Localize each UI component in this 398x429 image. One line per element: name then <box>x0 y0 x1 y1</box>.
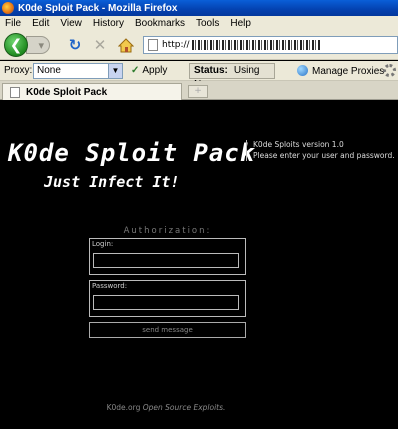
status-label: Status: <box>194 65 228 76</box>
tab-title: K0de Sploit Pack <box>26 86 108 98</box>
window-titlebar: K0de Sploit Pack - Mozilla Firefox <box>0 0 398 16</box>
back-button[interactable]: ❮ <box>4 33 28 57</box>
send-message-button[interactable]: send message <box>89 322 246 338</box>
apply-label: Apply <box>142 65 168 76</box>
page-icon <box>148 39 158 51</box>
instruction-text: Please enter your user and password. <box>253 151 395 160</box>
password-input[interactable] <box>93 295 239 310</box>
login-group: Login: <box>89 238 246 275</box>
globe-icon <box>297 65 308 76</box>
password-label: Password: <box>92 282 128 290</box>
login-input[interactable] <box>93 253 239 268</box>
divider <box>246 140 247 161</box>
manage-proxies-label: Manage Proxies <box>312 66 385 77</box>
login-label: Login: <box>92 240 114 248</box>
navigation-toolbar: ▾ ❮ ↻ ✕ http:// <box>0 30 398 60</box>
footer-tagline: Open Source Exploits. <box>142 403 226 412</box>
apply-button[interactable]: ✓ Apply <box>131 65 167 76</box>
footer: K0de.org Open Source Exploits. <box>0 403 332 412</box>
password-group: Password: <box>89 280 246 317</box>
menu-edit[interactable]: Edit <box>27 18 55 29</box>
url-text: http:// <box>162 40 190 50</box>
authorization-heading: Authorization: <box>123 226 212 236</box>
proxy-status: Status:Using None <box>189 63 275 90</box>
version-text: K0de Sploits version 1.0 <box>253 140 344 149</box>
proxy-select[interactable]: None ▼ <box>33 63 123 79</box>
url-bar[interactable]: http:// <box>143 36 398 54</box>
menu-tools[interactable]: Tools <box>191 18 225 29</box>
chevron-down-icon[interactable]: ▼ <box>108 64 122 78</box>
proxy-label: Proxy: <box>4 65 33 76</box>
menu-bar: File Edit View History Bookmarks Tools H… <box>0 16 398 30</box>
proxy-select-value: None <box>37 65 61 76</box>
firefox-icon <box>2 2 14 14</box>
page-content: K0de Sploit Pack Just Infect It! K0de Sp… <box>0 101 398 429</box>
checkmark-icon: ✓ <box>131 65 140 76</box>
tab-bar: K0de Sploit Pack + <box>0 81 398 100</box>
home-icon[interactable] <box>116 35 136 55</box>
manage-proxies-button[interactable]: Manage Proxies <box>297 65 384 77</box>
footer-site: K0de.org <box>106 403 141 412</box>
menu-file[interactable]: File <box>0 18 27 29</box>
menu-bookmarks[interactable]: Bookmarks <box>130 18 191 29</box>
site-tagline: Just Infect It! <box>44 173 180 191</box>
url-redacted <box>191 40 320 50</box>
gear-icon[interactable] <box>383 64 396 77</box>
site-logo: K0de Sploit Pack <box>8 139 256 167</box>
tab-active[interactable]: K0de Sploit Pack <box>2 83 182 100</box>
menu-history[interactable]: History <box>88 18 130 29</box>
forward-button[interactable]: ▾ <box>26 36 50 54</box>
page-icon <box>10 86 20 98</box>
new-tab-button[interactable]: + <box>188 85 208 98</box>
proxy-toolbar: Proxy: None ▼ ✓Apply Status:Using None M… <box>0 61 398 90</box>
menu-help[interactable]: Help <box>225 18 257 29</box>
window-title: K0de Sploit Pack - Mozilla Firefox <box>18 2 178 14</box>
menu-view[interactable]: View <box>55 18 88 29</box>
reload-icon[interactable]: ↻ <box>66 36 84 54</box>
stop-icon[interactable]: ✕ <box>91 36 109 54</box>
